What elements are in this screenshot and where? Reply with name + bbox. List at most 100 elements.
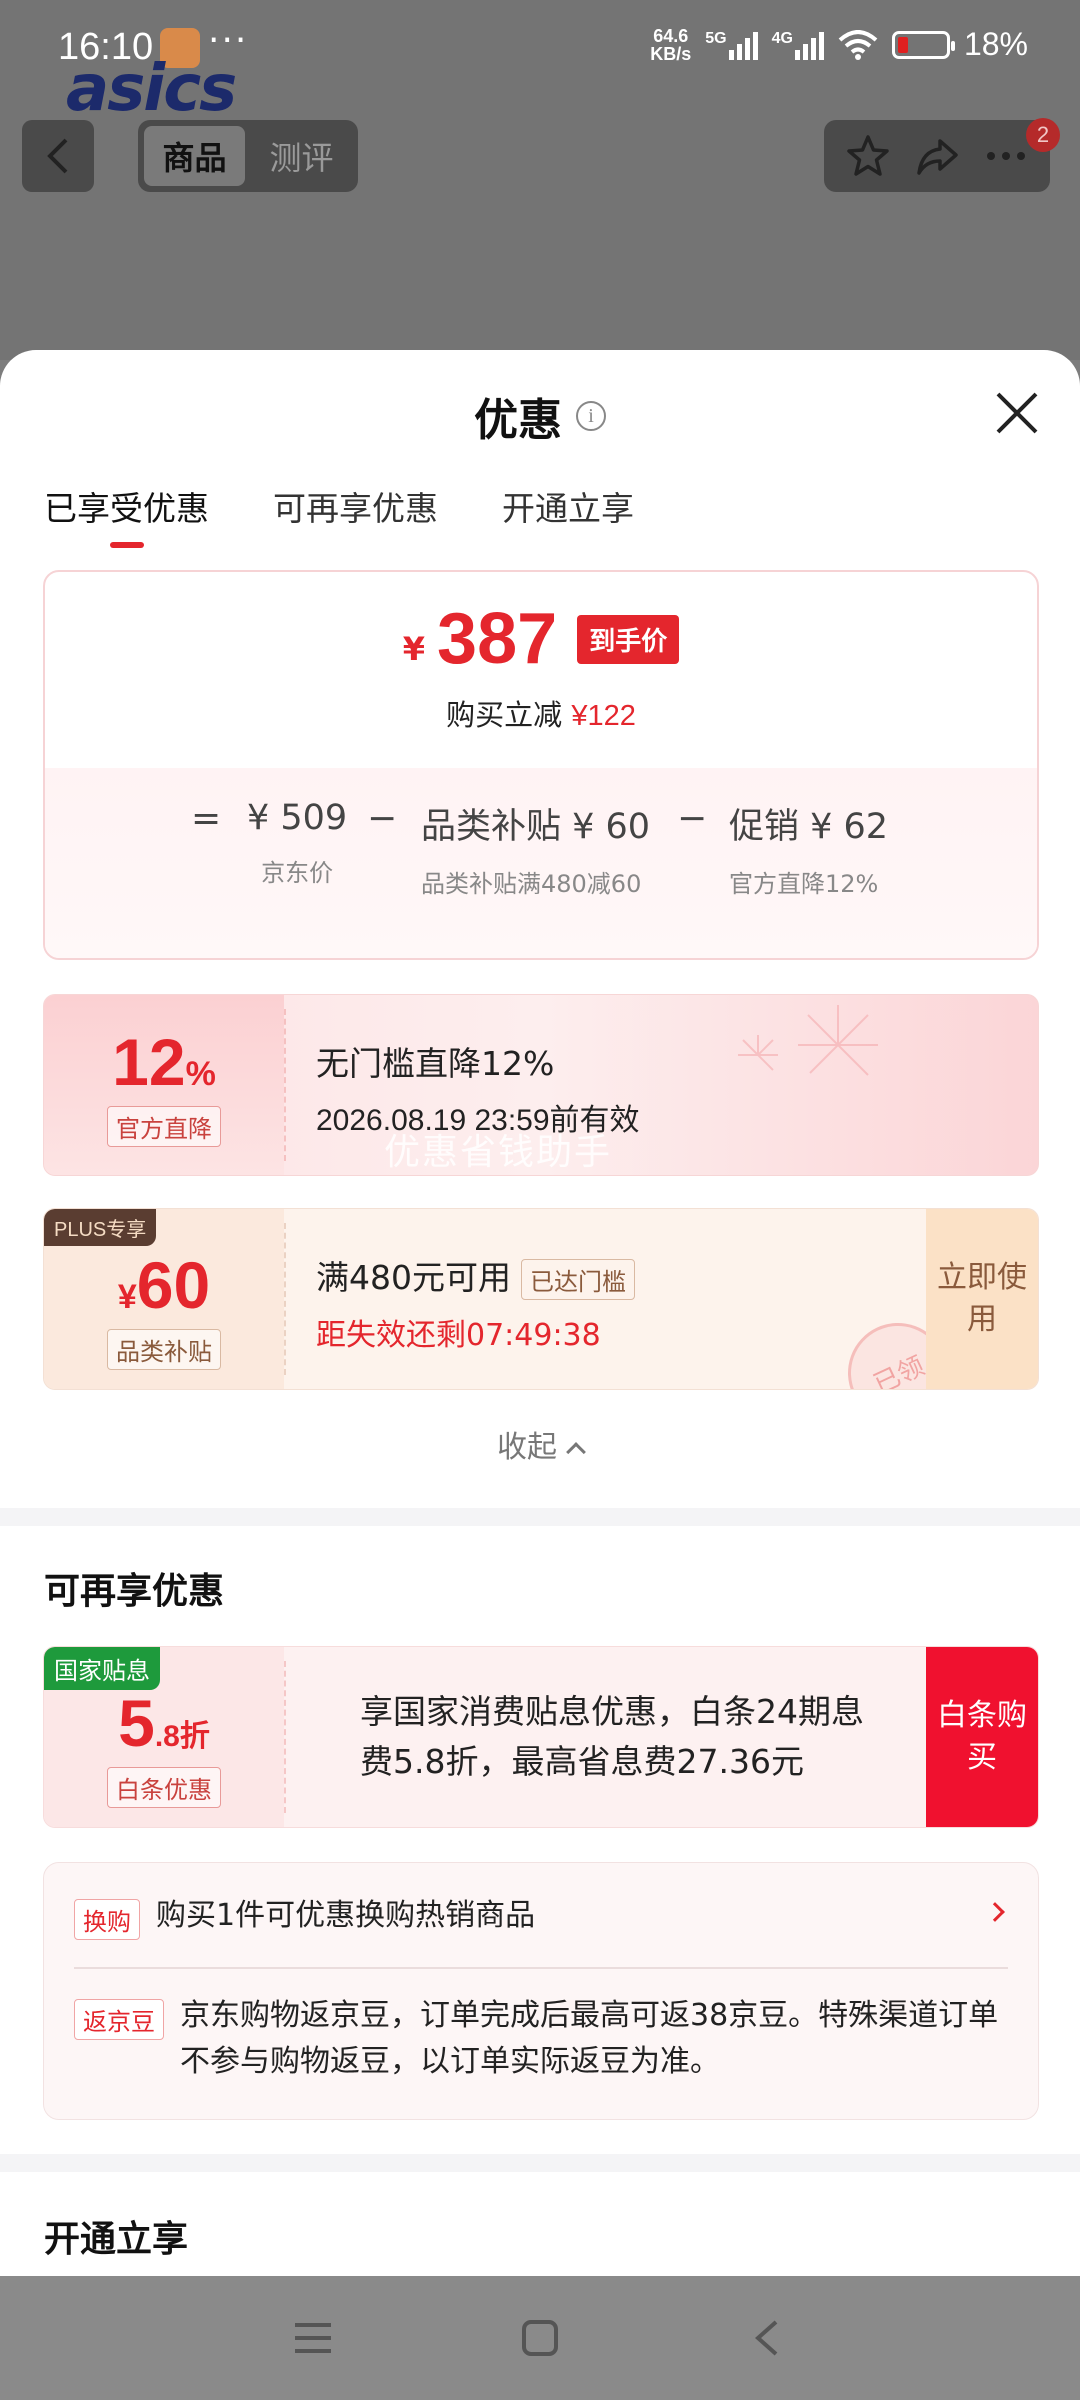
more-icon: [986, 152, 1025, 160]
back-triangle-icon: [754, 2320, 777, 2356]
sheet-title: 优惠: [474, 395, 562, 446]
signal-4g-label: 4G: [771, 29, 793, 47]
product-tabs: 商品 测评: [138, 120, 358, 192]
gov-subsidy-tag: 国家贴息: [44, 1647, 160, 1690]
collapse-button[interactable]: 收起: [0, 1422, 1080, 1466]
coupon-gov-subsidy: 国家贴息 5 .8折 白条优惠 享国家消费贴息优惠，白条24期息费5.8折，最高…: [43, 1646, 1039, 1828]
price-summary-card: ¥ 387 到手价 购买立减 ¥122 = ¥ 509 京东价 − 品类补贴 ¥…: [43, 570, 1039, 960]
formula-promotion: 促销 ¥ 62 官方直降12%: [729, 798, 888, 901]
coupon-official-title: 无门槛直降12%: [316, 1044, 555, 1083]
status-indicators: 64.6 KB/s 5G 4G 18%: [650, 26, 1028, 63]
benefit-tag: 换购: [74, 1899, 140, 1940]
coupon-plus-title: 满480元可用: [316, 1258, 511, 1297]
system-back-button[interactable]: [737, 2308, 797, 2368]
coupon-gov-value: 5 .8折: [118, 1685, 210, 1761]
formula-equals: =: [191, 798, 222, 839]
benefit-divider: [74, 1967, 1008, 1969]
more-button[interactable]: [981, 131, 1031, 181]
benefit-text: 京东购物返京豆，订单完成后最高可返38京豆。特殊渠道订单不参与购物返豆，以订单实…: [180, 1998, 999, 2079]
section-separator: [0, 1508, 1080, 1526]
network-speed-value: 64.6: [653, 25, 689, 46]
tab-enjoyed[interactable]: 已享受优惠: [44, 482, 209, 548]
formula-minus-2: −: [677, 798, 708, 839]
back-button[interactable]: [22, 120, 94, 192]
coupon-gov-value-small: .8折: [154, 1719, 210, 1753]
category-subsidy-label: 品类补贴满480减60: [421, 870, 642, 898]
home-icon: [521, 2320, 558, 2356]
tab-review[interactable]: 测评: [251, 126, 352, 186]
benefit-trade-in[interactable]: 换购 购买1件可优惠换购热销商品: [74, 1893, 1008, 1940]
coupon-official-number: 12: [112, 1024, 186, 1099]
tab-more-available[interactable]: 可再享优惠: [273, 482, 438, 548]
star-icon: [847, 135, 890, 176]
coupon-gov-label: 白条优惠: [107, 1766, 221, 1808]
coupon-plus-amount: 60: [136, 1247, 211, 1322]
chevron-up-icon: [566, 1442, 586, 1462]
coupon-official-discount[interactable]: 12 % 官方直降 无门槛直降12% 2026.08.19 23:59前有效 优…: [43, 994, 1039, 1176]
network-speed: 64.6 KB/s: [650, 27, 691, 63]
coupon-official-value-block: 12 % 官方直降: [44, 995, 284, 1175]
coupon-official-value: 12 %: [112, 1024, 216, 1100]
coupon-plus-subsidy: PLUS专享 ¥ 60 品类补贴 满480元可用 已达门槛 距失效还剩07:49:…: [43, 1208, 1039, 1390]
coupon-plus-currency: ¥: [117, 1277, 137, 1316]
signal-4g-icon: 4G: [772, 30, 824, 60]
recent-apps-button[interactable]: [283, 2308, 343, 2368]
favorite-button[interactable]: [843, 131, 893, 181]
collapse-label: 收起: [497, 1430, 557, 1465]
discount-prefix: 购买立减: [446, 698, 563, 732]
battery-level: 18%: [963, 26, 1028, 62]
coupon-divider: [284, 1009, 286, 1161]
watermark-text: 优惠省钱助手: [384, 1132, 613, 1173]
section-title-more: 可再享优惠: [44, 1571, 225, 1612]
discount-total: 购买立减 ¥122: [45, 692, 1037, 734]
tab-product[interactable]: 商品: [144, 126, 245, 186]
signal-5g-label: 5G: [705, 29, 727, 47]
coupon-official-label: 官方直降: [107, 1105, 221, 1147]
benefit-jd-beans: 返京豆 京东购物返京豆，订单完成后最高可返38京豆。特殊渠道订单不参与购物返豆，…: [74, 1993, 1008, 2085]
coupon-plus-label: 品类补贴: [107, 1328, 221, 1370]
benefit-text: 购买1件可优惠换购热销商品: [156, 1898, 536, 1933]
share-icon: [917, 139, 958, 175]
coupon-divider: [284, 1223, 286, 1375]
section-title-open: 开通立享: [44, 2219, 189, 2260]
final-price: ¥ 387 到手价: [45, 598, 1037, 680]
plus-exclusive-tag: PLUS专享: [44, 1209, 157, 1246]
coupon-official-unit: %: [185, 1054, 216, 1093]
final-price-value: 387: [437, 599, 558, 679]
promotion-value: 促销 ¥ 62: [729, 807, 889, 847]
wifi-icon: [838, 29, 878, 60]
share-button[interactable]: [912, 131, 962, 181]
discount-amount: ¥122: [571, 700, 636, 732]
discount-tabs: 已享受优惠 可再享优惠 开通立享: [44, 482, 634, 548]
close-button[interactable]: [994, 390, 1040, 436]
system-nav-bar: [0, 2276, 1080, 2400]
benefit-tag: 返京豆: [74, 1999, 164, 2040]
section-separator: [0, 2154, 1080, 2172]
coupon-gov-desc: 享国家消费贴息优惠，白条24期息费5.8折，最高省息费27.36元: [360, 1692, 864, 1781]
threshold-reached-tag: 已达门槛: [521, 1259, 635, 1300]
formula-minus-1: −: [367, 798, 398, 839]
brand-logo: asics: [66, 52, 237, 126]
use-now-button[interactable]: 立即使用: [926, 1209, 1038, 1389]
coupon-plus-value: ¥ 60: [118, 1247, 210, 1323]
message-badge: 2: [1026, 118, 1060, 152]
sheet-header: 优惠 i: [0, 384, 1080, 448]
network-speed-unit: KB/s: [650, 43, 692, 64]
back-icon: [47, 138, 68, 174]
base-price-value: ¥ 509: [247, 798, 348, 838]
currency-symbol: ¥: [402, 630, 426, 668]
formula-base-price: ¥ 509 京东价: [247, 798, 347, 890]
top-actions: [824, 120, 1050, 192]
discount-sheet: 优惠 i 已享受优惠 可再享优惠 开通立享 ¥ 387 到手价 购买立减 ¥12…: [0, 350, 1080, 2276]
home-button[interactable]: [510, 2308, 570, 2368]
base-price-label: 京东价: [261, 859, 334, 887]
formula-category-subsidy: 品类补贴 ¥ 60 品类补贴满480减60: [421, 798, 651, 901]
baitiao-buy-button[interactable]: 白条购买: [926, 1647, 1038, 1827]
final-price-label: 到手价: [577, 614, 680, 664]
close-icon: [996, 392, 1038, 434]
tab-open-membership[interactable]: 开通立享: [502, 482, 634, 548]
menu-icon: [295, 2323, 332, 2353]
benefits-card: 换购 购买1件可优惠换购热销商品 返京豆 京东购物返京豆，订单完成后最高可返38…: [43, 1862, 1039, 2120]
promotion-label: 官方直降12%: [729, 870, 879, 898]
info-icon[interactable]: i: [576, 401, 606, 431]
